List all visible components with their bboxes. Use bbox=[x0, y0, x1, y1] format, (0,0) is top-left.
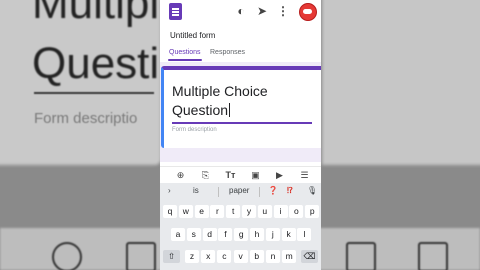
tab-indicator bbox=[168, 59, 202, 61]
title-text-icon[interactable]: Tт bbox=[225, 170, 236, 181]
shift-key[interactable]: ⇧ bbox=[163, 250, 180, 263]
focus-underline bbox=[172, 122, 312, 124]
send-icon[interactable]: ➤ bbox=[255, 4, 269, 18]
key-x[interactable]: x bbox=[201, 250, 216, 263]
key-t[interactable]: t bbox=[226, 205, 241, 218]
bg-video-icon bbox=[346, 242, 376, 270]
key-g[interactable]: g bbox=[234, 228, 249, 241]
import-icon[interactable]: ⎘ bbox=[200, 170, 211, 181]
bg-add-icon bbox=[52, 242, 82, 270]
expand-icon[interactable]: › bbox=[168, 186, 171, 195]
text-cursor bbox=[229, 103, 231, 117]
key-q[interactable]: q bbox=[163, 205, 177, 218]
form-header-card[interactable]: Multiple Choice Question Form descriptio… bbox=[161, 66, 321, 148]
forms-logo-icon bbox=[169, 3, 182, 20]
key-o[interactable]: o bbox=[289, 205, 304, 218]
suggestion-strip: › is paper ❓ ⁉ 🎙 bbox=[160, 183, 321, 200]
key-b[interactable]: b bbox=[249, 250, 264, 263]
key-m[interactable]: m bbox=[282, 250, 297, 263]
question-title-text: Multiple Choice Question bbox=[172, 83, 268, 118]
key-v[interactable]: v bbox=[233, 250, 248, 263]
tab-bar: Questions Responses bbox=[160, 45, 321, 63]
key-j[interactable]: j bbox=[265, 228, 280, 241]
tab-responses[interactable]: Responses bbox=[210, 49, 245, 56]
backspace-key[interactable]: ⌫ bbox=[301, 250, 318, 263]
bg-underline bbox=[34, 92, 154, 94]
key-r[interactable]: r bbox=[210, 205, 225, 218]
key-e[interactable]: e bbox=[194, 205, 209, 218]
key-p[interactable]: p bbox=[305, 205, 320, 218]
image-icon[interactable]: ▣ bbox=[250, 170, 261, 181]
key-k[interactable]: k bbox=[281, 228, 296, 241]
video-icon[interactable]: ▶ bbox=[274, 170, 285, 181]
key-u[interactable]: u bbox=[257, 205, 272, 218]
keyboard: › is paper ❓ ⁉ 🎙 qwertyuiop asdfghjkl ⇧ … bbox=[160, 183, 321, 270]
key-y[interactable]: y bbox=[242, 205, 256, 218]
section-icon[interactable]: ☰ bbox=[299, 170, 310, 181]
key-h[interactable]: h bbox=[250, 228, 264, 241]
key-w[interactable]: w bbox=[178, 205, 193, 218]
add-circle-icon[interactable]: ⊕ bbox=[175, 170, 186, 181]
key-n[interactable]: n bbox=[266, 250, 280, 263]
palette-icon[interactable]: ◐ bbox=[234, 4, 248, 18]
key-f[interactable]: f bbox=[218, 228, 233, 241]
phone-screen: ◐ ➤ ⋮ Untitled form Questions Responses … bbox=[160, 0, 321, 270]
tab-questions[interactable]: Questions bbox=[169, 49, 201, 56]
bg-import-icon bbox=[126, 242, 156, 270]
app-bar: ◐ ➤ ⋮ bbox=[160, 0, 321, 24]
suggestion-1[interactable]: is bbox=[193, 186, 199, 195]
bg-section-icon bbox=[418, 242, 448, 270]
bg-right-panel bbox=[322, 0, 480, 165]
form-title[interactable]: Untitled form bbox=[170, 31, 215, 40]
avatar[interactable] bbox=[299, 3, 317, 21]
key-s[interactable]: s bbox=[186, 228, 201, 241]
key-d[interactable]: d bbox=[202, 228, 217, 241]
key-l[interactable]: l bbox=[297, 228, 312, 241]
mic-icon[interactable]: 🎙 bbox=[307, 186, 317, 195]
suggestion-2[interactable]: paper bbox=[229, 186, 249, 195]
key-z[interactable]: z bbox=[185, 250, 199, 263]
description-input[interactable]: Form description bbox=[172, 127, 217, 133]
key-c[interactable]: c bbox=[217, 250, 232, 263]
insert-toolbar: ⊕ ⎘ Tт ▣ ▶ ☰ bbox=[160, 166, 321, 184]
bg-description: Form descriptio bbox=[34, 110, 138, 127]
more-vert-icon[interactable]: ⋮ bbox=[276, 4, 290, 18]
key-i[interactable]: i bbox=[273, 205, 288, 218]
question-mark-icon[interactable]: ❓ bbox=[268, 186, 278, 195]
key-a[interactable]: a bbox=[171, 228, 185, 241]
question-exclaim-icon[interactable]: ⁉ bbox=[287, 186, 293, 195]
question-title-input[interactable]: Multiple Choice Question bbox=[172, 82, 316, 120]
